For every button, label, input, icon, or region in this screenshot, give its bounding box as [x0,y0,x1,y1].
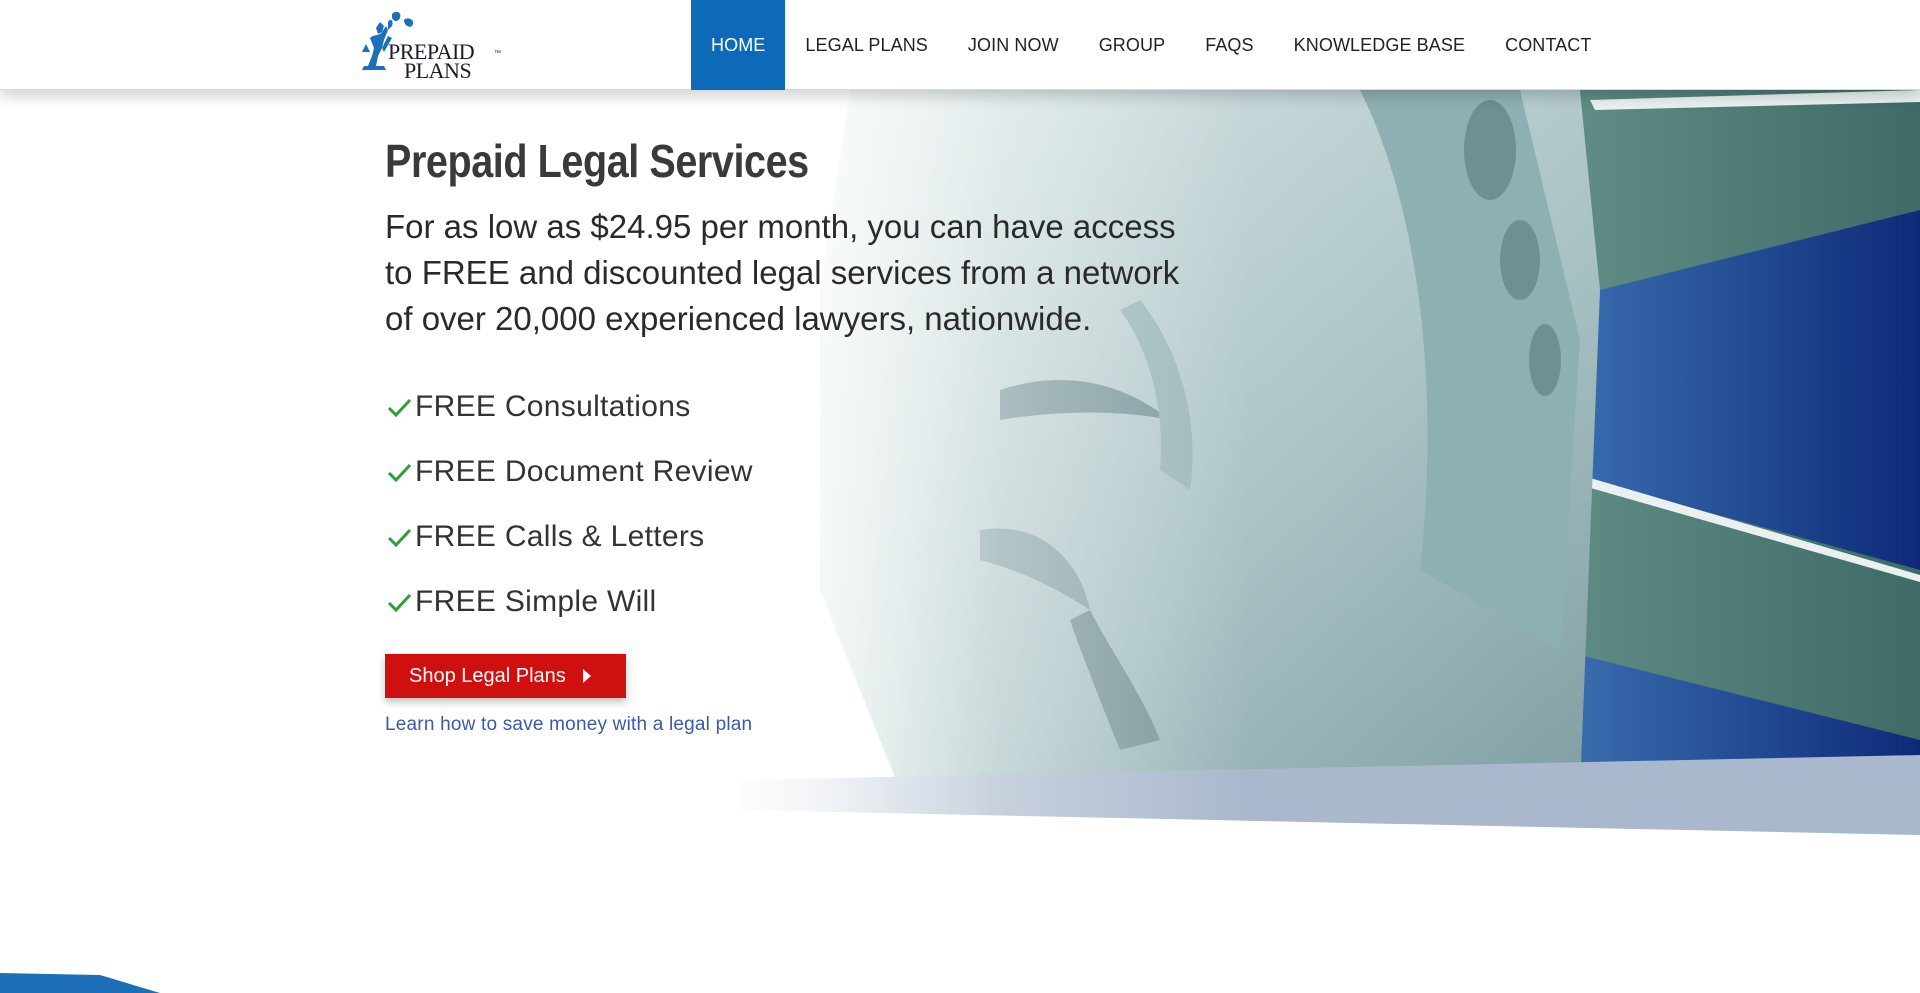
main-nav: HOME LEGAL PLANS JOIN NOW GROUP FAQS KNO… [691,0,1611,90]
hero-section: Prepaid Legal Services For as low as $24… [0,90,1920,840]
feature-label: FREE Consultations [415,389,691,423]
checkmark-icon [387,398,412,417]
feature-label: FREE Simple Will [415,584,657,618]
page-title: Prepaid Legal Services [385,135,809,187]
logo-wordmark: PREPAID PLANS ™ [388,41,501,82]
nav-item-legal-plans[interactable]: LEGAL PLANS [785,0,948,90]
nav-item-contact[interactable]: CONTACT [1485,0,1611,90]
checkmark-icon [387,593,412,612]
checkmark-icon [387,528,412,547]
nav-item-join-now[interactable]: JOIN NOW [948,0,1079,90]
nav-item-knowledge-base[interactable]: KNOWLEDGE BASE [1274,0,1485,90]
nav-item-home[interactable]: HOME [691,0,786,90]
list-item: FREE Consultations [385,374,753,439]
bottom-swoosh-decoration [0,960,200,993]
checkmark-icon [387,463,412,482]
feature-label: FREE Calls & Letters [415,519,705,553]
site-header: PREPAID PLANS ™ HOME LEGAL PLANS JOIN NO… [0,0,1920,90]
list-item: FREE Document Review [385,439,753,504]
learn-more-link[interactable]: Learn how to save money with a legal pla… [385,714,752,736]
feature-label: FREE Document Review [415,454,753,488]
trademark: ™ [494,50,501,57]
hero-fade-overlay [0,90,1920,840]
logo[interactable]: PREPAID PLANS ™ [358,8,501,82]
cta-label: Shop Legal Plans [409,664,566,687]
nav-item-faqs[interactable]: FAQS [1185,0,1273,90]
feature-list: FREE Consultations FREE Document Review … [385,374,753,634]
hero-subtitle: For as low as $24.95 per month, you can … [385,208,1180,337]
shop-legal-plans-button[interactable]: Shop Legal Plans [385,654,626,698]
list-item: FREE Calls & Letters [385,504,753,569]
caret-right-icon [582,669,591,683]
list-item: FREE Simple Will [385,569,753,634]
nav-item-group[interactable]: GROUP [1079,0,1186,90]
